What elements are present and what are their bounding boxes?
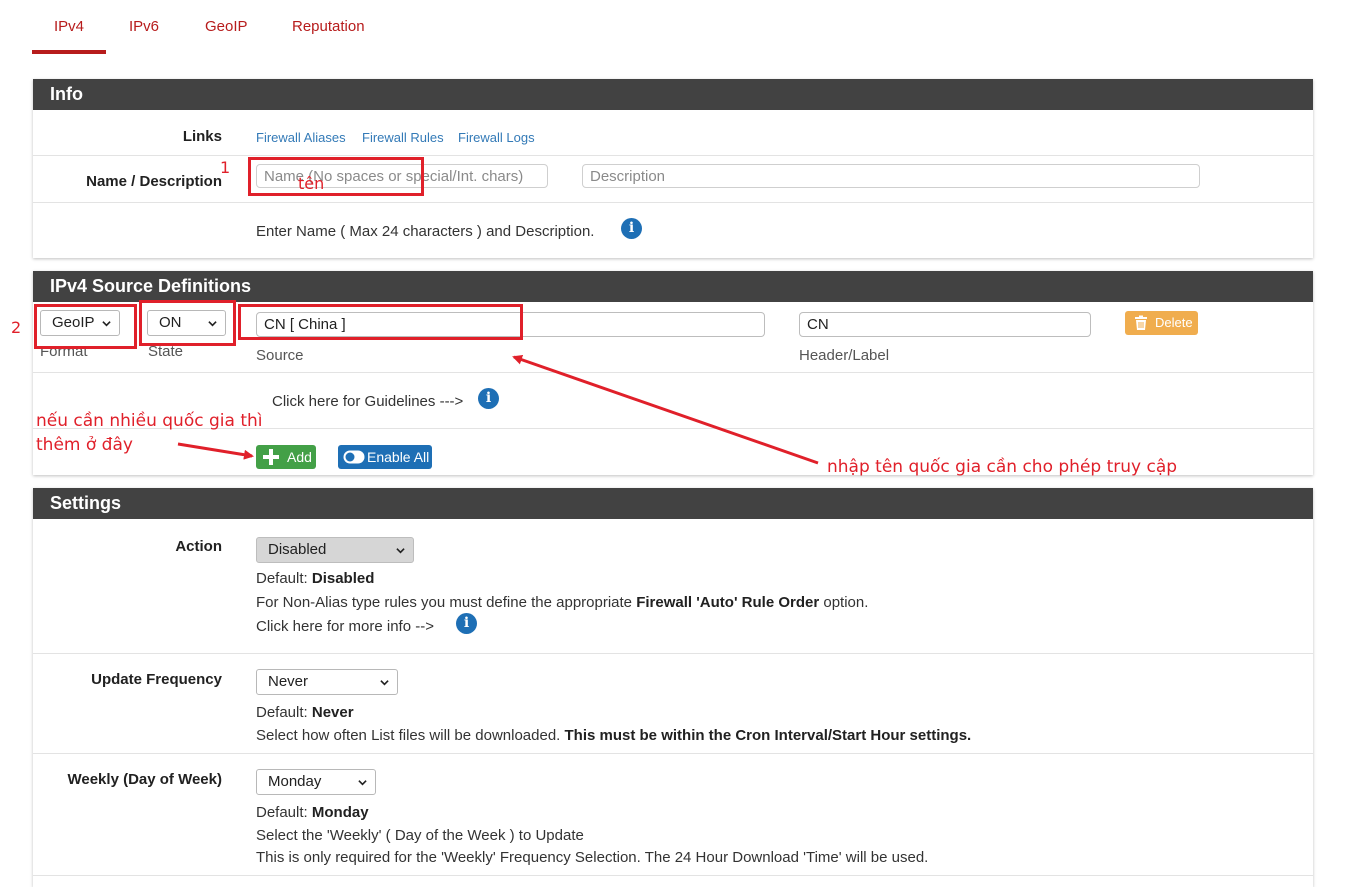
enable-all-button[interactable]: Enable All <box>338 445 432 469</box>
weekly-select[interactable]: Monday <box>256 769 376 795</box>
tab-reputation[interactable]: Reputation <box>292 18 365 35</box>
action-select[interactable]: Disabled <box>256 537 414 563</box>
update-frequency-default: Default: Never <box>256 704 354 721</box>
weekly-label: Weekly (Day of Week) <box>67 771 222 788</box>
weekly-help-1: Select the 'Weekly' ( Day of the Week ) … <box>256 827 584 844</box>
plus-icon <box>263 449 279 465</box>
info-icon[interactable]: i <box>478 388 499 409</box>
update-frequency-label: Update Frequency <box>91 671 222 688</box>
annotation-box-name <box>248 157 424 196</box>
update-frequency-select[interactable]: Never <box>256 669 398 695</box>
annotation-add-note-line1: nếu cần nhiều quốc gia thì <box>36 411 263 431</box>
link-firewall-aliases[interactable]: Firewall Aliases <box>256 130 346 145</box>
chevron-down-icon <box>358 780 367 786</box>
links-label: Links <box>182 128 222 145</box>
delete-button[interactable]: Delete <box>1125 311 1198 335</box>
info-icon[interactable]: i <box>456 613 477 634</box>
annotation-add-note-line2: thêm ở đây <box>36 435 133 455</box>
annotation-number-2: 2 <box>11 318 22 337</box>
tab-geoip[interactable]: GeoIP <box>205 18 248 35</box>
header-label-caption: Header/Label <box>799 347 890 364</box>
source-panel-title: IPv4 Source Definitions <box>33 271 1313 302</box>
action-help: For Non-Alias type rules you must define… <box>256 594 869 611</box>
annotation-country-note: nhập tên quốc gia cần cho phép truy cập <box>827 457 1178 477</box>
trash-icon <box>1135 315 1147 330</box>
description-input[interactable] <box>582 164 1200 188</box>
link-firewall-rules[interactable]: Firewall Rules <box>362 130 444 145</box>
weekly-help-2: This is only required for the 'Weekly' F… <box>256 849 929 866</box>
toggle-on-icon <box>343 450 365 464</box>
name-description-label: Name / Description <box>86 173 222 190</box>
settings-panel-title: Settings <box>33 488 1313 519</box>
weekly-default: Default: Monday <box>256 804 369 821</box>
tab-ipv4[interactable]: IPv4 <box>54 18 84 35</box>
info-panel-title: Info <box>33 79 1313 110</box>
source-label: Source <box>256 347 304 364</box>
name-help-text: Enter Name ( Max 24 characters ) and Des… <box>256 223 595 240</box>
tab-ipv6[interactable]: IPv6 <box>129 18 159 35</box>
annotation-box-source <box>238 304 523 340</box>
guidelines-link[interactable]: Click here for Guidelines ---> <box>272 393 463 410</box>
settings-panel: Settings Action Disabled Default: Disabl… <box>33 488 1313 887</box>
annotation-ten: tên <box>298 174 325 193</box>
active-tab-indicator <box>32 50 106 54</box>
action-label: Action <box>175 538 222 555</box>
annotation-box-state <box>139 300 236 346</box>
chevron-down-icon <box>396 548 405 554</box>
annotation-number-1: 1 <box>220 158 231 177</box>
info-icon[interactable]: i <box>621 218 642 239</box>
link-firewall-logs[interactable]: Firewall Logs <box>458 130 535 145</box>
header-label-input[interactable] <box>799 312 1091 337</box>
action-more-info-link[interactable]: Click here for more info --> <box>256 618 434 635</box>
update-frequency-help: Select how often List files will be down… <box>256 727 972 744</box>
action-default: Default: Disabled <box>256 570 375 587</box>
annotation-box-format <box>34 304 137 349</box>
add-button[interactable]: Add <box>256 445 316 469</box>
chevron-down-icon <box>380 680 389 686</box>
